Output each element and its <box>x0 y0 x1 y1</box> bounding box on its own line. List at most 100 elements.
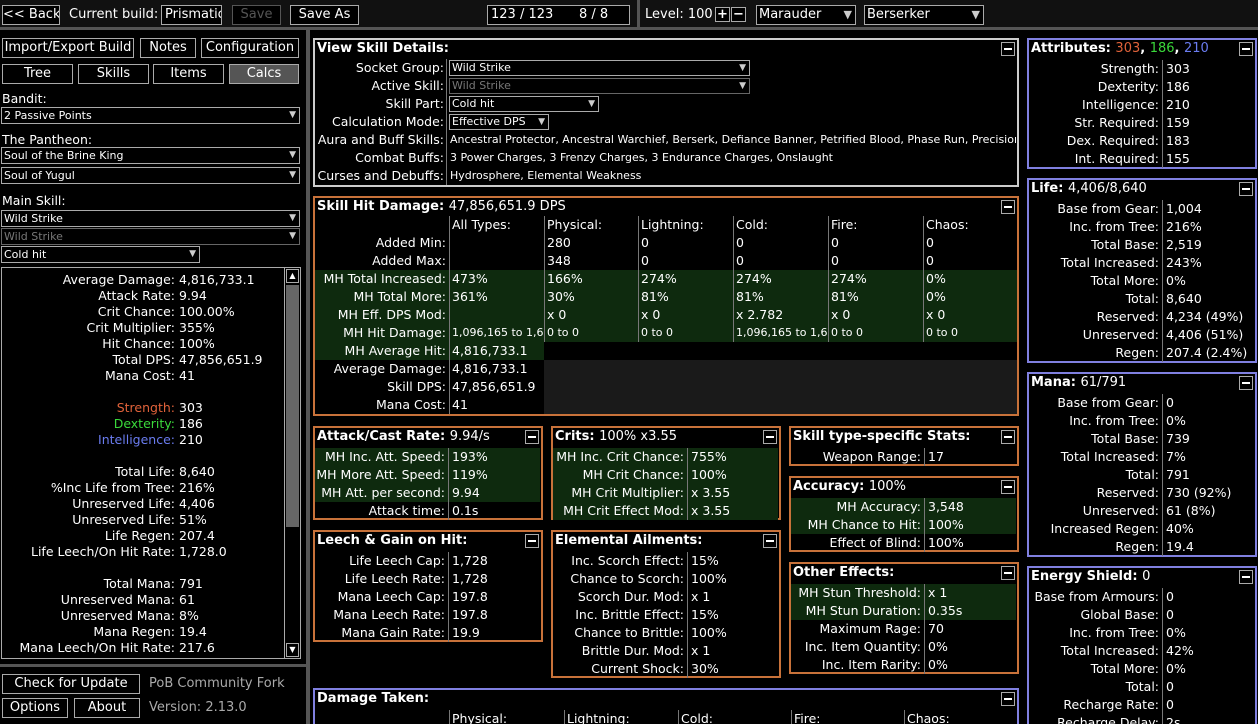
pantheon-label: The Pantheon: <box>2 132 93 147</box>
configuration-button[interactable]: Configuration <box>201 38 299 58</box>
leech-gain-label: Leech & Gain on Hit: <box>317 533 468 548</box>
calc-mode-dropdown[interactable]: Effective DPS ▼ <box>449 114 549 130</box>
energy-shield-row-label: Inc. from Tree: <box>1069 625 1159 640</box>
pantheon-major-dropdown[interactable]: Soul of the Brine King ▼ <box>1 147 300 164</box>
other-effects-row: MH Stun Threshold: x 1 <box>791 584 1016 602</box>
scroll-up-icon[interactable]: ▲ <box>286 269 299 283</box>
hit-cell: 280 <box>544 234 638 252</box>
elemental-ailments-label: Elemental Ailments: <box>555 533 703 548</box>
mana-row-label: Total: <box>1125 467 1159 482</box>
mana-row-label: Reserved: <box>1096 485 1159 500</box>
notes-button[interactable]: Notes <box>140 38 196 58</box>
sidebar-stat-row: Strength: 303 <box>2 400 285 416</box>
skill-hit-damage-title: Skill Hit Damage: 47,856,651.9 DPS <box>317 199 566 214</box>
level-minus-button[interactable]: − <box>731 7 746 22</box>
sidebar-scrollbar[interactable]: ▲ ▼ <box>284 268 300 658</box>
tab-items[interactable]: Items <box>153 64 224 84</box>
fork-label: PoB Community Fork <box>149 676 285 691</box>
accuracy-row-value: 3,548 <box>924 498 1016 516</box>
hit-row-label: MH Total More: <box>353 289 446 304</box>
skill-type-stats-section: Skill type-specific Stats: Weapon Range: 1… <box>789 426 1019 466</box>
scroll-down-icon[interactable]: ▼ <box>286 643 299 657</box>
collapse-icon[interactable] <box>1239 376 1253 390</box>
accuracy-row-label: Effect of Blind: <box>829 535 921 550</box>
chevron-down-icon: ▼ <box>289 231 296 241</box>
skill-part-label: Skill Part: <box>385 96 444 111</box>
collapse-icon[interactable] <box>1239 182 1253 196</box>
hit-row-label: Added Min: <box>375 235 446 250</box>
mana-row-label: Increased Regen: <box>1050 521 1159 536</box>
energy-shield-row-label: Recharge Rate: <box>1063 697 1159 712</box>
active-skill-dropdown[interactable]: Wild Strike ▼ <box>449 78 750 94</box>
import-export-button[interactable]: Import/Export Build <box>2 38 134 58</box>
hit-cell: x 0 <box>544 306 638 324</box>
about-button[interactable]: About <box>74 698 140 718</box>
save-button[interactable]: Save <box>232 5 281 25</box>
tab-skills[interactable]: Skills <box>78 64 149 84</box>
main-skill-dropdown[interactable]: Wild Strike ▼ <box>1 210 300 227</box>
collapse-icon[interactable] <box>525 430 539 444</box>
collapse-icon[interactable] <box>763 430 777 444</box>
ascendancy-dropdown[interactable]: Berserker ▼ <box>864 5 984 25</box>
bandit-dropdown[interactable]: 2 Passive Points ▼ <box>1 107 300 124</box>
level-plus-button[interactable]: + <box>715 7 730 22</box>
sidebar-stat-label: %Inc Life from Tree: <box>50 480 175 495</box>
save-as-button[interactable]: Save As <box>290 5 359 25</box>
tab-calcs[interactable]: Calcs <box>229 64 299 84</box>
crits-row-label: MH Crit Effect Mod: <box>563 503 684 518</box>
mana-row: Regen: 19.4 <box>1029 538 1255 556</box>
build-name-field[interactable]: Prismatic <box>161 5 222 25</box>
collapse-icon[interactable] <box>1239 42 1253 56</box>
main-skill-sub-dropdown[interactable]: Wild Strike ▼ <box>1 228 300 245</box>
attack-rate-row-value: 9.94 <box>448 484 540 502</box>
hit-cell: 0% <box>923 270 1017 288</box>
crits-row-value: 100% <box>687 466 778 484</box>
skill-part-dropdown[interactable]: Cold hit ▼ <box>449 96 599 112</box>
chevron-down-icon: ▼ <box>588 99 595 109</box>
skill-hit-damage-value: 47,856,651.9 DPS <box>448 199 566 214</box>
collapse-icon[interactable] <box>763 534 777 548</box>
hit-cell: 0 <box>923 234 1017 252</box>
leech-gain-title: Leech & Gain on Hit: <box>317 533 467 548</box>
hit-row-label: MH Total Increased: <box>323 271 446 286</box>
collapse-icon[interactable] <box>1001 430 1015 444</box>
hit-cell: 0 <box>923 252 1017 270</box>
ascendancy-points: 8 / 8 <box>579 7 609 22</box>
options-button[interactable]: Options <box>2 698 68 718</box>
scrollbar-thumb[interactable] <box>286 285 299 527</box>
check-update-button[interactable]: Check for Update <box>2 674 140 694</box>
attributes-row-label: Int. Required: <box>1074 151 1159 166</box>
collapse-icon[interactable] <box>1001 42 1015 56</box>
back-button[interactable]: << Back <box>2 5 60 25</box>
socket-group-value: Wild Strike <box>452 61 511 74</box>
class-dropdown[interactable]: Marauder ▼ <box>756 5 856 25</box>
skill-part-dropdown[interactable]: Cold hit ▼ <box>1 246 200 263</box>
sidebar-stat-label: Unreserved Life: <box>72 512 175 527</box>
life-label: Life: <box>1031 181 1064 196</box>
pantheon-minor-dropdown[interactable]: Soul of Yugul ▼ <box>1 167 300 184</box>
damage-taken-column-header: Lightning: <box>564 710 677 724</box>
collapse-icon[interactable] <box>1001 480 1015 494</box>
damage-taken-section: Damage Taken: Physical: Lightning: Cold: Fi… <box>313 688 1019 724</box>
tab-tree[interactable]: Tree <box>2 64 73 84</box>
energy-shield-row: Recharge Delay: 2s <box>1029 714 1255 724</box>
collapse-icon[interactable] <box>525 534 539 548</box>
collapse-icon[interactable] <box>1239 570 1253 584</box>
hit-cell: 0 to 0 <box>544 324 638 342</box>
collapse-icon[interactable] <box>1001 692 1015 706</box>
energy-shield-row-label: Base from Armours: <box>1034 589 1159 604</box>
mana-row: Total: 791 <box>1029 466 1255 484</box>
damage-taken-column-header: Cold: <box>678 710 791 724</box>
main-skill-sub-value: Wild Strike <box>4 230 63 243</box>
crits-row-value: x 3.55 <box>687 484 778 502</box>
calc-mode-value: Effective DPS <box>452 115 526 128</box>
hit-cell <box>449 234 544 252</box>
sidebar-stat-row <box>2 560 285 576</box>
crits-title: Crits: 100% x3.55 <box>555 429 677 444</box>
collapse-icon[interactable] <box>1001 200 1015 214</box>
hit-cell: 274% <box>733 270 828 288</box>
hit-cell: 473% <box>449 270 544 288</box>
socket-group-dropdown[interactable]: Wild Strike ▼ <box>449 60 750 76</box>
collapse-icon[interactable] <box>1001 566 1015 580</box>
chevron-down-icon: ▼ <box>289 150 296 160</box>
